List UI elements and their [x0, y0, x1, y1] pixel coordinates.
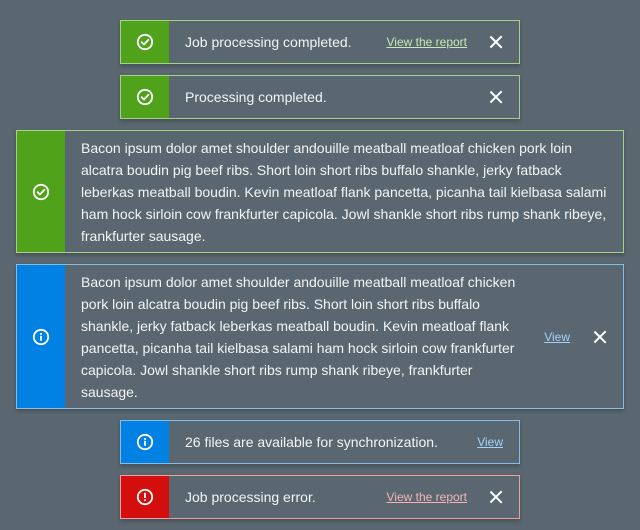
check-circle-icon [32, 183, 50, 201]
view-report-link[interactable]: View the report [387, 490, 468, 504]
notification-message: 26 files are available for synchronizati… [185, 434, 438, 450]
notification-message: Job processing completed. [185, 34, 352, 50]
view-link[interactable]: View [477, 435, 503, 449]
view-report-link[interactable]: View the report [387, 35, 468, 49]
notification-message: Job processing error. [185, 489, 316, 505]
success-strip [17, 131, 65, 252]
info-circle-icon [136, 433, 154, 451]
notification-message: Processing completed. [185, 89, 327, 105]
notification-long-info: Bacon ipsum dolor amet shoulder andouill… [16, 264, 624, 409]
close-icon[interactable] [593, 330, 607, 344]
success-strip [121, 21, 169, 63]
success-strip [121, 76, 169, 118]
error-strip [121, 476, 169, 518]
view-link[interactable]: View [544, 330, 570, 344]
notification-processing-completed: Processing completed. [120, 75, 520, 119]
close-icon[interactable] [489, 35, 503, 49]
info-circle-icon [32, 328, 50, 346]
notification-message: Bacon ipsum dolor amet shoulder andouill… [81, 139, 607, 244]
close-icon[interactable] [489, 90, 503, 104]
notification-message: Bacon ipsum dolor amet shoulder andouill… [81, 273, 516, 400]
notification-job-completed: Job processing completed. View the repor… [120, 20, 520, 64]
notification-files-available: 26 files are available for synchronizati… [120, 420, 520, 464]
error-circle-icon [136, 488, 154, 506]
notification-job-error: Job processing error. View the report [120, 475, 520, 519]
check-circle-icon [136, 88, 154, 106]
check-circle-icon [136, 33, 154, 51]
notification-long-success: Bacon ipsum dolor amet shoulder andouill… [16, 130, 624, 253]
close-icon[interactable] [489, 490, 503, 504]
info-strip [17, 265, 65, 408]
info-strip [121, 421, 169, 463]
